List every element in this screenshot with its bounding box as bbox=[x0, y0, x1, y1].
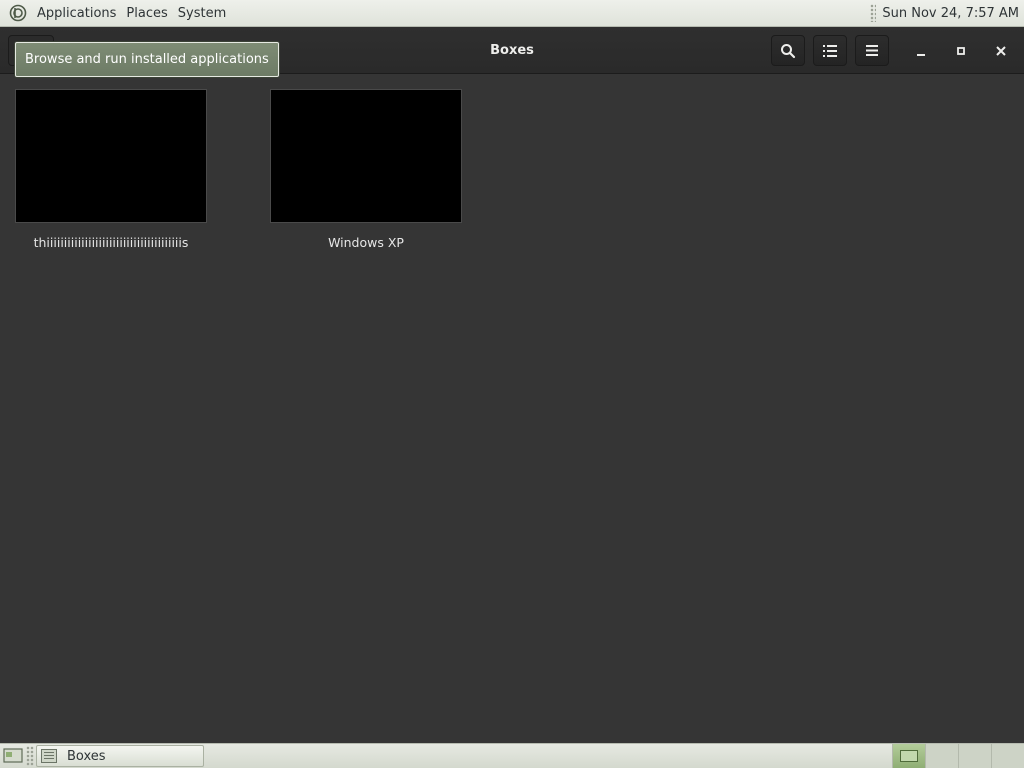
minimize-button[interactable] bbox=[907, 37, 935, 65]
box-item[interactable]: thiiiiiiiiiiiiiiiiiiiiiiiiiiiiiiiiiiiiii… bbox=[15, 89, 207, 250]
minimize-icon bbox=[917, 54, 925, 56]
taskbar-item-boxes[interactable]: Boxes bbox=[36, 745, 204, 767]
tooltip: Browse and run installed applications bbox=[15, 42, 279, 77]
box-name: Windows XP bbox=[328, 235, 404, 250]
show-desktop-button[interactable] bbox=[2, 747, 24, 765]
workspace-switcher bbox=[892, 744, 1024, 768]
hamburger-menu-icon bbox=[866, 45, 878, 56]
desktop-icon bbox=[3, 748, 23, 763]
panel-handle[interactable] bbox=[870, 4, 877, 22]
clock[interactable]: Sun Nov 24, 7:57 AM bbox=[882, 6, 1024, 21]
places-menu[interactable]: Places bbox=[121, 0, 172, 27]
workspace-window-preview bbox=[900, 750, 918, 762]
close-icon bbox=[996, 46, 1006, 56]
box-thumbnail[interactable] bbox=[15, 89, 207, 223]
panel-separator bbox=[26, 746, 34, 766]
window-icon bbox=[41, 749, 57, 763]
list-view-icon bbox=[823, 44, 837, 57]
box-item[interactable]: Windows XP bbox=[270, 89, 462, 250]
taskbar-item-label: Boxes bbox=[67, 748, 106, 764]
close-button[interactable] bbox=[987, 37, 1015, 65]
view-toggle-button[interactable] bbox=[813, 35, 847, 66]
box-name: thiiiiiiiiiiiiiiiiiiiiiiiiiiiiiiiiiiiiii… bbox=[33, 235, 189, 250]
boxes-collection: thiiiiiiiiiiiiiiiiiiiiiiiiiiiiiiiiiiiiii… bbox=[0, 75, 1024, 743]
box-thumbnail[interactable] bbox=[270, 89, 462, 223]
bottom-panel: Boxes bbox=[0, 743, 1024, 768]
applications-menu[interactable]: Applications bbox=[32, 0, 121, 27]
maximize-button[interactable] bbox=[947, 37, 975, 65]
gnome-foot-icon[interactable] bbox=[8, 3, 28, 23]
search-button[interactable] bbox=[771, 35, 805, 66]
system-menu[interactable]: System bbox=[173, 0, 231, 27]
workspace-3[interactable] bbox=[958, 744, 991, 768]
workspace-2[interactable] bbox=[925, 744, 958, 768]
maximize-icon bbox=[957, 47, 965, 55]
workspace-4[interactable] bbox=[991, 744, 1024, 768]
search-icon bbox=[781, 43, 796, 58]
workspace-1[interactable] bbox=[892, 744, 925, 768]
top-panel: Applications Places System Sun Nov 24, 7… bbox=[0, 0, 1024, 27]
menu-button[interactable] bbox=[855, 35, 889, 66]
